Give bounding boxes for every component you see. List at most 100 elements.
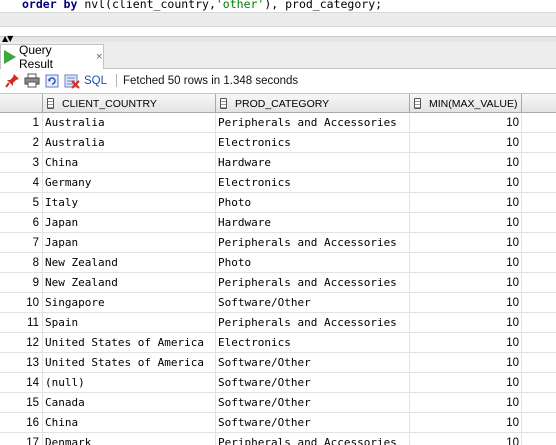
cell-client-country[interactable]: Germany: [43, 173, 216, 193]
cell-client-country[interactable]: Japan: [43, 213, 216, 233]
cell-prod-category[interactable]: Peripherals and Accessories: [216, 433, 410, 445]
column-type-icon: [47, 98, 54, 109]
cell-client-country[interactable]: Spain: [43, 313, 216, 333]
print-icon[interactable]: [24, 73, 40, 89]
cell-min-max-value[interactable]: 10: [410, 413, 522, 433]
table-row[interactable]: 5 Italy Photo 10: [0, 193, 556, 213]
column-header-client-country[interactable]: CLIENT_COUNTRY: [43, 94, 216, 113]
row-number[interactable]: 6: [0, 213, 43, 233]
row-number[interactable]: 5: [0, 193, 43, 213]
cell-min-max-value[interactable]: 10: [410, 233, 522, 253]
cell-client-country[interactable]: Singapore: [43, 293, 216, 313]
cell-min-max-value[interactable]: 10: [410, 253, 522, 273]
cell-client-country[interactable]: United States of America: [43, 333, 216, 353]
cell-prod-category[interactable]: Software/Other: [216, 353, 410, 373]
column-header-prod-category[interactable]: PROD_CATEGORY: [216, 94, 410, 113]
cell-client-country[interactable]: China: [43, 413, 216, 433]
cell-min-max-value[interactable]: 10: [410, 313, 522, 333]
table-row[interactable]: 17 Denmark Peripherals and Accessories 10: [0, 433, 556, 445]
sql-code-line[interactable]: order by nvl(client_country,'other'), pr…: [22, 0, 382, 11]
cell-min-max-value[interactable]: 10: [410, 373, 522, 393]
table-row[interactable]: 4 Germany Electronics 10: [0, 173, 556, 193]
cell-prod-category[interactable]: Hardware: [216, 153, 410, 173]
cell-min-max-value[interactable]: 10: [410, 393, 522, 413]
table-row[interactable]: 14 (null) Software/Other 10: [0, 373, 556, 393]
sql-button[interactable]: SQL: [84, 75, 107, 87]
tab-close-icon[interactable]: ×: [95, 52, 103, 62]
row-number[interactable]: 12: [0, 333, 43, 353]
row-number[interactable]: 13: [0, 353, 43, 373]
cell-min-max-value[interactable]: 10: [410, 273, 522, 293]
cell-min-max-value[interactable]: 10: [410, 113, 522, 133]
table-row[interactable]: 2 Australia Electronics 10: [0, 133, 556, 153]
cell-min-max-value[interactable]: 10: [410, 173, 522, 193]
column-header-min-max-value[interactable]: MIN(MAX_VALUE): [410, 94, 522, 113]
table-row[interactable]: 12 United States of America Electronics 10: [0, 333, 556, 353]
cell-prod-category[interactable]: Hardware: [216, 213, 410, 233]
sql-editor[interactable]: order by nvl(client_country,'other'), pr…: [0, 0, 556, 36]
row-number[interactable]: 9: [0, 273, 43, 293]
refresh-icon[interactable]: [44, 73, 60, 89]
row-number[interactable]: 11: [0, 313, 43, 333]
row-number[interactable]: 8: [0, 253, 43, 273]
cell-prod-category[interactable]: Photo: [216, 253, 410, 273]
cell-min-max-value[interactable]: 10: [410, 293, 522, 313]
table-row[interactable]: 3 China Hardware 10: [0, 153, 556, 173]
row-number[interactable]: 15: [0, 393, 43, 413]
cell-client-country[interactable]: New Zealand: [43, 273, 216, 293]
cell-client-country[interactable]: Italy: [43, 193, 216, 213]
cell-client-country[interactable]: (null): [43, 373, 216, 393]
cell-client-country[interactable]: Denmark: [43, 433, 216, 445]
cell-client-country[interactable]: Canada: [43, 393, 216, 413]
cell-client-country[interactable]: Australia: [43, 133, 216, 153]
cell-min-max-value[interactable]: 10: [410, 433, 522, 445]
cell-min-max-value[interactable]: 10: [410, 333, 522, 353]
table-row[interactable]: 8 New Zealand Photo 10: [0, 253, 556, 273]
table-row[interactable]: 13 United States of America Software/Other…: [0, 353, 556, 373]
cell-client-country[interactable]: China: [43, 153, 216, 173]
cell-client-country[interactable]: New Zealand: [43, 253, 216, 273]
cell-prod-category[interactable]: Photo: [216, 193, 410, 213]
cell-prod-category[interactable]: Peripherals and Accessories: [216, 273, 410, 293]
cell-client-country[interactable]: Australia: [43, 113, 216, 133]
cell-prod-category[interactable]: Electronics: [216, 333, 410, 353]
cell-min-max-value[interactable]: 10: [410, 193, 522, 213]
tab-query-result[interactable]: Query Result ×: [0, 43, 104, 71]
cell-min-max-value[interactable]: 10: [410, 213, 522, 233]
pin-icon[interactable]: [4, 73, 20, 89]
cell-prod-category[interactable]: Peripherals and Accessories: [216, 113, 410, 133]
table-row[interactable]: 1 Australia Peripherals and Accessories 10: [0, 113, 556, 133]
row-number[interactable]: 7: [0, 233, 43, 253]
row-number[interactable]: 1: [0, 113, 43, 133]
cell-prod-category[interactable]: Peripherals and Accessories: [216, 313, 410, 333]
table-row[interactable]: 11 Spain Peripherals and Accessories 10: [0, 313, 556, 333]
cancel-query-icon[interactable]: [64, 73, 80, 89]
row-number[interactable]: 3: [0, 153, 43, 173]
cell-min-max-value[interactable]: 10: [410, 133, 522, 153]
cell-prod-category[interactable]: Software/Other: [216, 393, 410, 413]
result-grid[interactable]: CLIENT_COUNTRY PROD_CATEGORY MIN(MAX_VAL…: [0, 93, 556, 445]
table-row[interactable]: 7 Japan Peripherals and Accessories 10: [0, 233, 556, 253]
row-number[interactable]: 17: [0, 433, 43, 445]
cell-client-country[interactable]: United States of America: [43, 353, 216, 373]
cell-prod-category[interactable]: Electronics: [216, 173, 410, 193]
cell-prod-category[interactable]: Software/Other: [216, 293, 410, 313]
cell-min-max-value[interactable]: 10: [410, 153, 522, 173]
cell-prod-category[interactable]: Peripherals and Accessories: [216, 233, 410, 253]
table-row[interactable]: 6 Japan Hardware 10: [0, 213, 556, 233]
editor-horizontal-scrollbar[interactable]: [0, 12, 556, 27]
row-number[interactable]: 10: [0, 293, 43, 313]
cell-prod-category[interactable]: Software/Other: [216, 373, 410, 393]
cell-prod-category[interactable]: Software/Other: [216, 413, 410, 433]
table-row[interactable]: 10 Singapore Software/Other 10: [0, 293, 556, 313]
cell-client-country[interactable]: Japan: [43, 233, 216, 253]
table-row[interactable]: 16 China Software/Other 10: [0, 413, 556, 433]
row-number[interactable]: 14: [0, 373, 43, 393]
cell-min-max-value[interactable]: 10: [410, 353, 522, 373]
table-row[interactable]: 15 Canada Software/Other 10: [0, 393, 556, 413]
table-row[interactable]: 9 New Zealand Peripherals and Accessories 1…: [0, 273, 556, 293]
row-number[interactable]: 4: [0, 173, 43, 193]
row-number[interactable]: 16: [0, 413, 43, 433]
row-number[interactable]: 2: [0, 133, 43, 153]
cell-prod-category[interactable]: Electronics: [216, 133, 410, 153]
